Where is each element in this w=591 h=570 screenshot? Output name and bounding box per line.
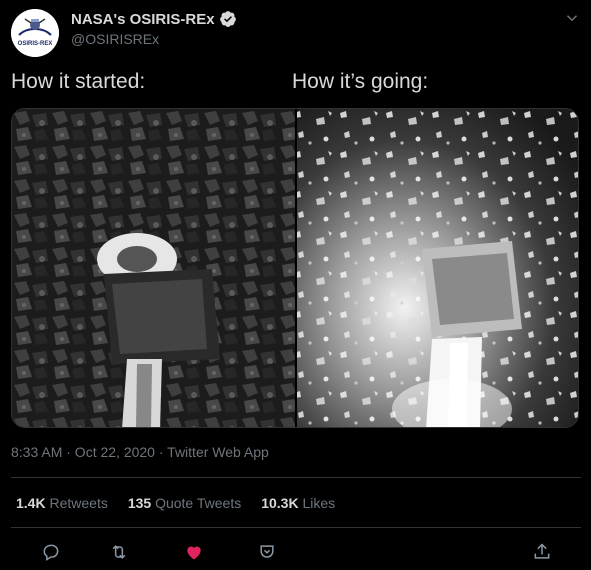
stat-label: Quote Tweets [155, 495, 242, 511]
verified-badge-icon [219, 11, 236, 27]
heart-icon [187, 546, 201, 560]
tweet-media[interactable] [11, 108, 579, 428]
likes-stat[interactable]: 10.3K Likes [261, 495, 335, 511]
avatar-logo-text: OSIRIS-REX [18, 41, 53, 47]
caption-left: How it started: [11, 70, 146, 93]
bookmark-button[interactable] [252, 537, 282, 567]
stat-label: Retweets [49, 495, 108, 511]
reply-button[interactable] [36, 537, 66, 567]
tweet-text: How it started: How it’s going: [11, 70, 581, 102]
like-button[interactable] [179, 537, 209, 567]
tweet-timestamp[interactable]: 8:33 AM · Oct 22, 2020 · Twitter Web App [11, 444, 269, 460]
handle[interactable]: @OSIRISREx [71, 31, 159, 47]
stat-label: Likes [302, 495, 336, 511]
stat-number: 135 [127, 495, 152, 511]
tweet-stats: 1.4K Retweets 135 Quote Tweets 10.3K Lik… [16, 495, 355, 511]
divider [11, 477, 581, 478]
share-button[interactable] [527, 537, 557, 567]
chevron-down-icon[interactable] [563, 9, 581, 27]
stat-number: 10.3K [261, 495, 299, 511]
caption-right: How it’s going: [292, 70, 429, 93]
tweet-actions [11, 537, 581, 567]
stat-number: 1.4K [16, 495, 46, 511]
bookmark-icon [260, 545, 274, 558]
share-icon [534, 543, 550, 559]
divider [11, 527, 581, 528]
how-its-going-image [297, 109, 578, 427]
quote-tweets-stat[interactable]: 135 Quote Tweets [128, 495, 241, 511]
retweet-button[interactable] [104, 537, 134, 567]
how-it-started-image [12, 109, 295, 427]
retweet-icon [112, 545, 126, 559]
tweet-header: OSIRIS-REX NASA's OSIRIS-REx @OSIRISREx [11, 9, 581, 57]
reply-icon [43, 544, 59, 561]
retweets-stat[interactable]: 1.4K Retweets [16, 495, 108, 511]
avatar[interactable]: OSIRIS-REX [11, 9, 59, 57]
display-name[interactable]: NASA's OSIRIS-REx [71, 11, 215, 28]
